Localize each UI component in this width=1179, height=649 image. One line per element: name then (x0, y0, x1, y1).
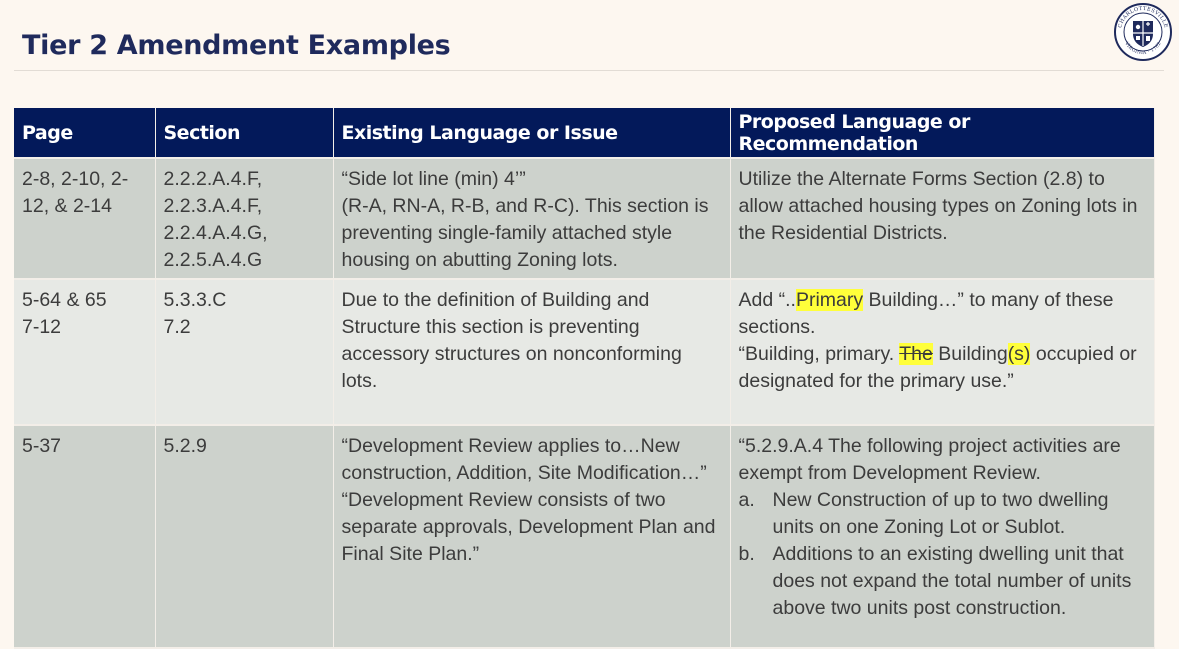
section-line: 2.2.2.A.4.F, (163, 168, 263, 190)
section-line: 2.2.4.A.4.G, (163, 222, 268, 244)
header-existing-language: Existing Language or Issue (333, 108, 731, 159)
section-line: 2.2.5.A.4.G (163, 249, 263, 271)
cell-section: 5.2.9 (155, 425, 334, 649)
header-section: Section (155, 108, 334, 159)
title-divider (14, 70, 1164, 71)
list-marker: b. (738, 543, 755, 565)
struck-text: The (899, 343, 933, 365)
cell-page: 5-64 & 65 7-12 (14, 279, 156, 426)
section-line: 2.2.3.A.4.F, (163, 195, 263, 217)
list-item-text: Additions to an existing dwelling unit t… (772, 543, 1132, 619)
proposed-intro: “5.2.9.A.4 The following project activit… (738, 435, 1121, 484)
city-seal-logo: CHARLOTTESVILLE VIRGINIA · 1762 (1114, 3, 1172, 61)
cell-page: 2-8, 2-10, 2-12, & 2-14 (14, 158, 156, 280)
cell-existing: Due to the definition of Building and St… (333, 279, 731, 426)
proposed-paragraph-2: “Building, primary. The Building(s) occu… (738, 343, 1137, 392)
cell-existing: “Side lot line (min) 4’” (R-A, RN-A, R-B… (333, 158, 731, 280)
table-row: 5-37 5.2.9 “Development Review applies t… (14, 425, 1155, 649)
existing-quote: “Development Review consists of two sepa… (341, 489, 716, 565)
page-title: Tier 2 Amendment Examples (22, 30, 451, 61)
existing-note: (R-A, RN-A, R-B, and R-C). This section … (341, 195, 709, 271)
page-line: 7-12 (22, 316, 62, 338)
cell-section: 2.2.2.A.4.F, 2.2.3.A.4.F, 2.2.4.A.4.G, 2… (155, 158, 334, 280)
table-header-row: Page Section Existing Language or Issue … (14, 108, 1155, 159)
cell-proposed: “5.2.9.A.4 The following project activit… (730, 425, 1155, 649)
cell-proposed: Utilize the Alternate Forms Section (2.8… (730, 158, 1155, 280)
cell-section: 5.3.3.C 7.2 (155, 279, 334, 426)
table-row: 2-8, 2-10, 2-12, & 2-14 2.2.2.A.4.F, 2.2… (14, 158, 1155, 280)
amendment-table: Page Section Existing Language or Issue … (14, 108, 1155, 649)
header-proposed-language: Proposed Language or Recommendation (730, 108, 1155, 159)
section-line: 5.3.3.C (163, 289, 227, 311)
list-item: a. New Construction of up to two dwelling… (739, 487, 1146, 541)
list-marker: a. (738, 489, 755, 511)
page-line: 5-64 & 65 (22, 289, 107, 311)
existing-quote: “Side lot line (min) 4’” (341, 168, 526, 190)
section-line: 7.2 (163, 316, 191, 338)
cell-proposed: Add “..Primary Building…” to many of the… (730, 279, 1155, 426)
exemption-list: a. New Construction of up to two dwelling… (739, 487, 1146, 622)
list-item-text: New Construction of up to two dwelling u… (772, 489, 1109, 538)
cell-page: 5-37 (14, 425, 156, 649)
cell-existing: “Development Review applies to…New const… (333, 425, 731, 649)
proposed-paragraph-1: Add “..Primary Building…” to many of the… (738, 289, 1114, 338)
table-row: 5-64 & 65 7-12 5.3.3.C 7.2 Due to the de… (14, 279, 1155, 426)
highlighted-text: (s) (1007, 343, 1031, 365)
header-page: Page (14, 108, 156, 159)
existing-quote: “Development Review applies to…New const… (341, 435, 707, 484)
highlighted-text: Primary (795, 289, 864, 311)
list-item: b. Additions to an existing dwelling unit… (739, 541, 1146, 622)
